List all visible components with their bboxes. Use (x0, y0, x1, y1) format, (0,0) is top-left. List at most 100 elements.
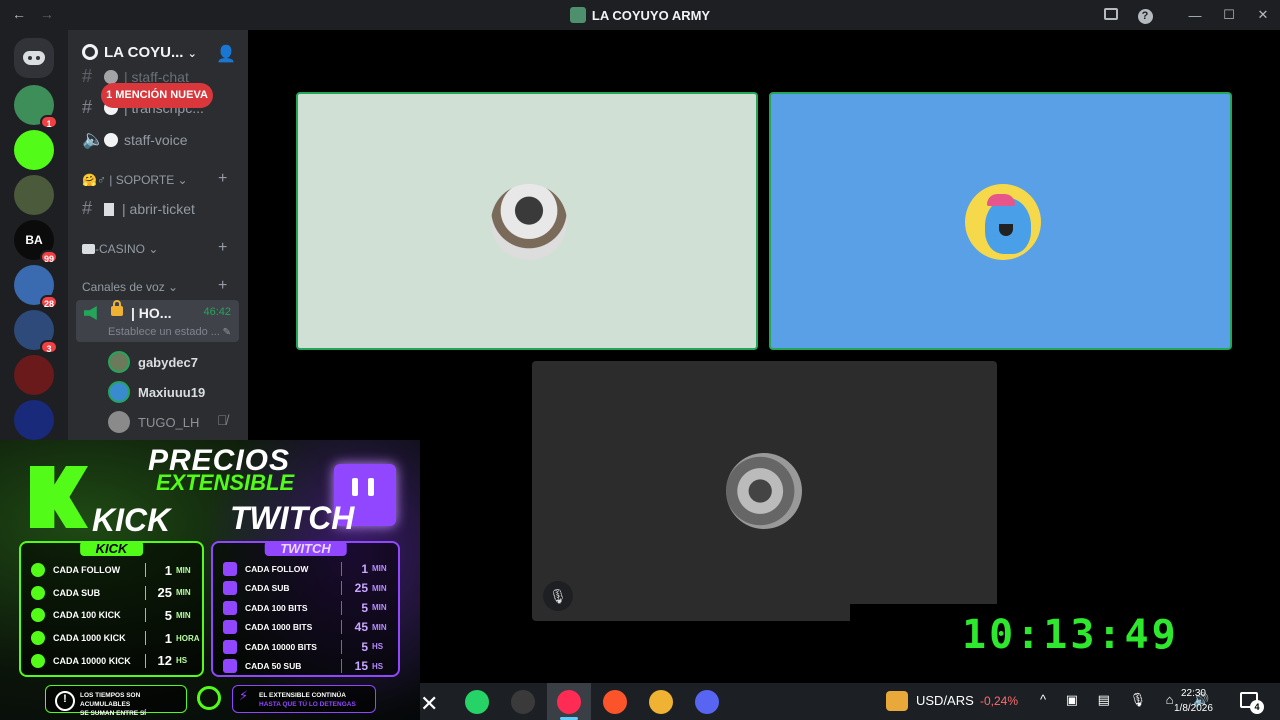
prices-overlay: PRECIOS EXTENSIBLE KICK TWITCH KICK CADA… (0, 440, 420, 720)
price-row: CADA 1000 KICK 1 HORA (21, 627, 202, 650)
unread-badge: 28 (39, 295, 58, 309)
maximize-button[interactable]: ☐ (1212, 7, 1246, 23)
server-icon-guardians-server[interactable]: 3 (14, 310, 58, 354)
pencil-icon[interactable]: ✎ (223, 327, 231, 338)
price-row-label: CADA FOLLOW (53, 565, 121, 576)
video-tile-tugo-lh[interactable]: 🎙 (532, 361, 997, 621)
price-row-unit: MIN (372, 622, 387, 632)
window-title: LA COYUYO ARMY (0, 7, 1280, 23)
help-button[interactable]: ? (1128, 7, 1162, 24)
note-line: EL EXTENSIBLE CONTINÚA (259, 692, 346, 699)
voice-member[interactable]: Maxiuuu19 (108, 381, 205, 403)
price-row: CADA 50 SUB 15 HS (213, 657, 398, 677)
category-voice[interactable]: Canales de voz ⌄ (82, 280, 178, 294)
voice-channel-name: | HO... (131, 305, 172, 321)
server-icon-server-7[interactable] (14, 355, 54, 395)
minimize-button[interactable]: — (1178, 8, 1212, 23)
channel-staff-voice[interactable]: 🔈 staff-voice (82, 129, 188, 150)
price-row-value: 45 (354, 620, 368, 635)
unread-badge: 99 (39, 250, 58, 264)
video-tile-maxiuuu19[interactable] (769, 92, 1232, 350)
muted-mic-icon: 🎙 (543, 581, 573, 611)
avatar-art (987, 194, 1015, 206)
tiktok-icon[interactable] (557, 690, 581, 714)
ticket-icon (104, 203, 114, 216)
accumulable-note: LOS TIEMPOS SON ACUMULABLES SE SUMAN ENT… (45, 685, 187, 717)
kick-price-panel: KICK CADA FOLLOW 1 MIN CADA SUB 25 MIN CADA 10… (19, 541, 204, 677)
whatsapp-icon[interactable] (465, 690, 489, 714)
taskbar-clock[interactable]: 22:30 1/8/2026 (1174, 686, 1213, 716)
kick-logo-icon (30, 466, 88, 528)
price-row-unit: HORA (176, 633, 200, 643)
brave-icon[interactable] (603, 690, 627, 714)
video-tile-gabydec7[interactable] (296, 92, 758, 350)
window-title-text: LA COYUYO ARMY (591, 8, 711, 23)
price-row: CADA 1000 BITS 45 MIN (213, 618, 398, 638)
dot-icon (104, 133, 118, 147)
currency-label[interactable]: USD/ARS (916, 693, 974, 708)
voice-member[interactable]: TUGO_LH (108, 411, 199, 433)
new-mention-pill[interactable]: 1 MENCIÓN NUEVA (101, 83, 213, 108)
discord-icon[interactable] (695, 690, 719, 714)
twitch-wordmark: TWITCH (230, 500, 355, 536)
divider (341, 659, 342, 674)
note-line: SE SUMAN ENTRE SÍ (80, 710, 147, 717)
coin-icon[interactable] (649, 690, 673, 714)
obs-icon[interactable] (511, 690, 535, 714)
unread-badge: 3 (40, 340, 58, 354)
server-icon-kick-server[interactable] (14, 130, 54, 170)
discord-home-button[interactable] (14, 38, 54, 78)
server-icon-server-5[interactable]: 28 (14, 265, 58, 309)
unread-badge: 1 (40, 115, 58, 129)
channel-label: | abrir-ticket (122, 201, 195, 217)
server-icon-server-3[interactable] (14, 175, 54, 215)
continue-note: EL EXTENSIBLE CONTINÚA HASTA QUE TÚ LO D… (232, 685, 376, 713)
speaker-icon: 🔈 (82, 129, 105, 149)
inbox-button[interactable] (1094, 7, 1128, 23)
divider (145, 608, 146, 623)
price-row-unit: HS (176, 656, 188, 666)
note-line: LOS TIEMPOS SON ACUMULABLES (80, 692, 141, 708)
channel-abrir-ticket[interactable]: # | abrir-ticket (82, 198, 195, 219)
currency-widget-icon[interactable] (886, 691, 908, 711)
xbox-icon[interactable]: ✕ (420, 691, 438, 717)
divider (145, 653, 146, 668)
invite-user-icon[interactable]: 👤 (216, 44, 236, 64)
server-icon-ba-server[interactable]: BA 99 (14, 220, 58, 264)
price-row: CADA SUB 25 MIN (21, 582, 202, 605)
add-channel-icon[interactable]: + (218, 170, 227, 188)
divider (145, 631, 146, 646)
price-row-icon (223, 620, 237, 635)
panel-title: KICK (79, 541, 144, 556)
kick-rows: CADA FOLLOW 1 MIN CADA SUB 25 MIN CADA 100 KIC… (21, 559, 202, 672)
add-channel-icon[interactable]: + (218, 239, 227, 257)
server-header[interactable]: LA COYU... ⌄ (82, 44, 197, 61)
price-row-label: CADA 100 KICK (53, 610, 121, 621)
avatar (726, 453, 802, 529)
price-row-value: 15 (354, 659, 368, 674)
hash-icon: # (82, 97, 93, 117)
server-icon-server-8[interactable] (14, 400, 54, 440)
twitch-rows: CADA FOLLOW 1 MIN CADA SUB 25 MIN CADA 100 BIT… (213, 559, 398, 676)
avatar (491, 184, 567, 260)
voice-member[interactable]: gabydec7 (108, 351, 198, 373)
server-gear-icon (82, 44, 98, 60)
price-row-label: CADA 10000 BITS (245, 641, 317, 652)
price-row-label: CADA SUB (245, 583, 290, 594)
price-row-label: CADA 50 SUB (245, 661, 302, 672)
window-controls: ? — ☐ ✕ (1094, 0, 1280, 30)
close-button[interactable]: ✕ (1246, 7, 1280, 23)
notification-center-icon[interactable]: 4 (1240, 692, 1264, 714)
price-row-icon (223, 659, 237, 674)
voice-channel-status[interactable]: Establece un estado ... (108, 326, 220, 338)
price-row: CADA FOLLOW 1 MIN (213, 559, 398, 579)
price-row: CADA SUB 25 MIN (213, 579, 398, 599)
add-channel-icon[interactable]: + (218, 277, 227, 295)
category-soporte[interactable]: 🤗♂ | SOPORTE ⌄ (82, 173, 188, 187)
price-row-value: 1 (164, 630, 172, 646)
divider (145, 585, 146, 600)
price-row-value: 1 (164, 562, 172, 578)
voice-channel-active[interactable]: | HO... 46:42 Establece un estado ... ✎ (76, 300, 239, 342)
server-icon-server-1[interactable]: 1 (14, 85, 58, 129)
category-casino[interactable]: -CASINO ⌄ (82, 242, 158, 256)
